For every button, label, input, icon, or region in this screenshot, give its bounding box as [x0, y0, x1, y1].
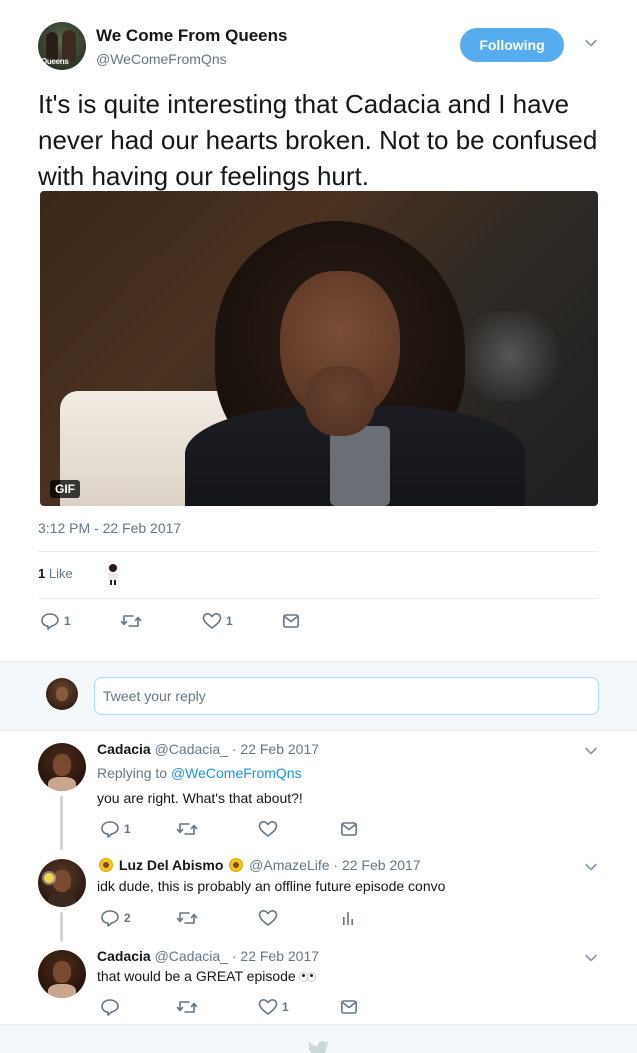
- reply-button[interactable]: 1: [40, 612, 80, 630]
- retweet-button[interactable]: [176, 820, 206, 838]
- like-button[interactable]: [258, 820, 288, 838]
- divider: [38, 598, 598, 599]
- heart-icon: [202, 613, 222, 629]
- liker-avatar[interactable]: [102, 562, 124, 586]
- tweet-text: It's is quite interesting that Cadacia a…: [38, 89, 598, 191]
- thread-line: [60, 912, 63, 942]
- reply-tweet[interactable]: Cadacia @Cadacia_ · 22 Feb 2017 that wou…: [0, 947, 637, 1019]
- retweet-icon: [120, 615, 142, 627]
- avatar-logo-text: Queens: [41, 57, 69, 66]
- reply-author-name[interactable]: Cadacia: [97, 741, 151, 757]
- heart-icon: [258, 999, 278, 1015]
- reply-button[interactable]: 2: [100, 909, 140, 927]
- sunflower-icon: [229, 858, 244, 872]
- flower: [44, 873, 54, 883]
- reply-author-name[interactable]: Cadacia: [97, 948, 151, 964]
- reply-composer: Tweet your reply: [0, 661, 637, 731]
- reply-author-handle[interactable]: @Cadacia_: [155, 948, 228, 964]
- retweet-button[interactable]: [176, 998, 206, 1016]
- analytics-icon: [343, 912, 353, 925]
- envelope-icon: [282, 614, 299, 628]
- chevron-down-icon[interactable]: [584, 36, 598, 50]
- reply-tweet[interactable]: Luz Del Abismo @AmazeLife · 22 Feb 2017 …: [0, 856, 637, 942]
- divider: [38, 551, 598, 552]
- reply-count: 2: [124, 911, 131, 925]
- sunflower-icon: [99, 858, 113, 872]
- direct-message-button[interactable]: [340, 820, 360, 838]
- reply-text-body: that would be a GREAT episode: [97, 968, 296, 984]
- shirt: [330, 426, 390, 506]
- like-button[interactable]: [258, 909, 288, 927]
- reply-icon: [101, 999, 119, 1016]
- direct-message-button[interactable]: [340, 998, 360, 1016]
- reply-count: 1: [124, 822, 131, 836]
- retweet-button[interactable]: [176, 909, 206, 927]
- reply-author-avatar[interactable]: [38, 950, 86, 998]
- chevron-down-icon[interactable]: [584, 744, 598, 758]
- reply-author-avatar[interactable]: [38, 859, 86, 907]
- reply-author-handle[interactable]: @AmazeLife: [249, 857, 329, 873]
- like-button[interactable]: 1: [202, 612, 242, 630]
- reply-author-handle[interactable]: @Cadacia_: [155, 741, 228, 757]
- reply-text: you are right. What's that about?!: [97, 790, 303, 806]
- reply-date[interactable]: · 22 Feb 2017: [232, 948, 319, 964]
- author-avatar[interactable]: Queens: [38, 22, 86, 70]
- reply-header: Cadacia @Cadacia_ · 22 Feb 2017: [97, 948, 319, 964]
- reply-tweet[interactable]: Cadacia @Cadacia_ · 22 Feb 2017 Replying…: [0, 740, 637, 850]
- reply-author-name[interactable]: Luz Del Abismo: [119, 857, 224, 873]
- following-button[interactable]: Following: [460, 28, 564, 62]
- likes-count: 1: [38, 566, 46, 581]
- reply-date[interactable]: · 22 Feb 2017: [232, 741, 319, 757]
- gif-media[interactable]: GIF: [40, 191, 598, 506]
- like-count: 1: [226, 614, 233, 628]
- gif-badge: GIF: [50, 480, 80, 498]
- likes-label: Like: [48, 566, 73, 581]
- reply-author-avatar[interactable]: [38, 743, 86, 791]
- retweet-icon: [176, 1001, 198, 1013]
- reply-text: that would be a GREAT episode: [97, 968, 316, 984]
- like-button[interactable]: 1: [258, 998, 298, 1016]
- retweet-button[interactable]: [120, 612, 150, 630]
- reply-icon: [101, 910, 119, 927]
- analytics-button[interactable]: [340, 909, 360, 927]
- reply-button[interactable]: [100, 998, 140, 1016]
- retweet-icon: [176, 823, 198, 835]
- envelope-icon: [340, 822, 357, 836]
- direct-message-button[interactable]: [282, 612, 302, 630]
- retweet-icon: [176, 912, 198, 924]
- reply-header: Cadacia @Cadacia_ · 22 Feb 2017: [97, 741, 319, 757]
- replying-to: Replying to @WeComeFromQns: [97, 765, 302, 781]
- chevron-down-icon[interactable]: [584, 860, 598, 874]
- eyes-emoji-icon: [298, 972, 316, 982]
- reply-date[interactable]: · 22 Feb 2017: [333, 857, 420, 873]
- reply-count: 1: [64, 614, 71, 628]
- thread-line: [60, 796, 63, 850]
- reply-input[interactable]: Tweet your reply: [94, 677, 599, 715]
- replying-prefix: Replying to: [97, 765, 171, 781]
- tweet-timestamp[interactable]: 3:12 PM - 22 Feb 2017: [38, 520, 181, 536]
- background-logo: [450, 311, 570, 401]
- reply-icon: [41, 613, 59, 630]
- author-handle[interactable]: @WeComeFromQns: [96, 51, 227, 67]
- hand: [305, 366, 375, 436]
- replying-to-link[interactable]: @WeComeFromQns: [171, 765, 302, 781]
- reply-button[interactable]: 1: [100, 820, 140, 838]
- author-name[interactable]: We Come From Queens: [96, 26, 287, 46]
- bird-icon: [308, 1041, 329, 1053]
- chevron-down-icon[interactable]: [584, 951, 598, 965]
- likes-summary[interactable]: 1 Like: [38, 566, 73, 581]
- envelope-icon: [340, 1000, 357, 1014]
- heart-icon: [258, 910, 278, 926]
- tweet-header: Queens We Come From Queens @WeComeFromQn…: [38, 22, 608, 72]
- heart-icon: [258, 821, 278, 837]
- like-count: 1: [282, 1000, 289, 1014]
- reply-icon: [101, 821, 119, 838]
- reply-text: idk dude, this is probably an offline fu…: [97, 878, 446, 894]
- reply-header: Luz Del Abismo @AmazeLife · 22 Feb 2017: [97, 857, 421, 873]
- current-user-avatar: [46, 678, 78, 710]
